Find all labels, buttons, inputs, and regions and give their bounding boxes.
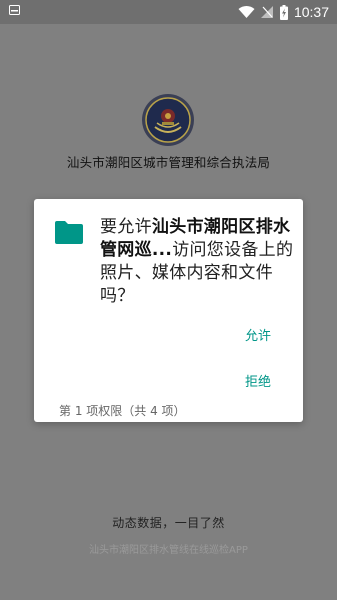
emblem-icon [142, 94, 194, 146]
wifi-icon [238, 5, 255, 19]
signal-icon [260, 6, 273, 18]
notification-icon [9, 5, 20, 15]
status-time: 10:37 [293, 4, 329, 20]
slogan-text: 动态数据，一目了然 [112, 516, 225, 530]
status-bar: 10:37 [0, 0, 337, 24]
deny-button[interactable]: 拒绝 [245, 371, 271, 390]
allow-button[interactable]: 允许 [245, 325, 271, 344]
folder-icon [55, 221, 83, 244]
organization-title: 汕头市潮阳区城市管理和综合执法局 [66, 155, 271, 170]
status-icons: 10:37 [238, 3, 329, 21]
app-subtitle: 汕头市潮阳区排水管线在线巡检APP [89, 545, 248, 556]
permission-count: 第 1 项权限（共 4 项） [59, 404, 186, 418]
dialog-message: 要允许汕头市潮阳区排水管网巡...访问您设备上的照片、媒体内容和文件吗？ [100, 216, 295, 308]
permission-dialog: 要允许汕头市潮阳区排水管网巡...访问您设备上的照片、媒体内容和文件吗？ 允许 … [34, 199, 303, 422]
battery-charging-icon [279, 4, 288, 20]
message-prefix: 要允许 [100, 217, 152, 237]
